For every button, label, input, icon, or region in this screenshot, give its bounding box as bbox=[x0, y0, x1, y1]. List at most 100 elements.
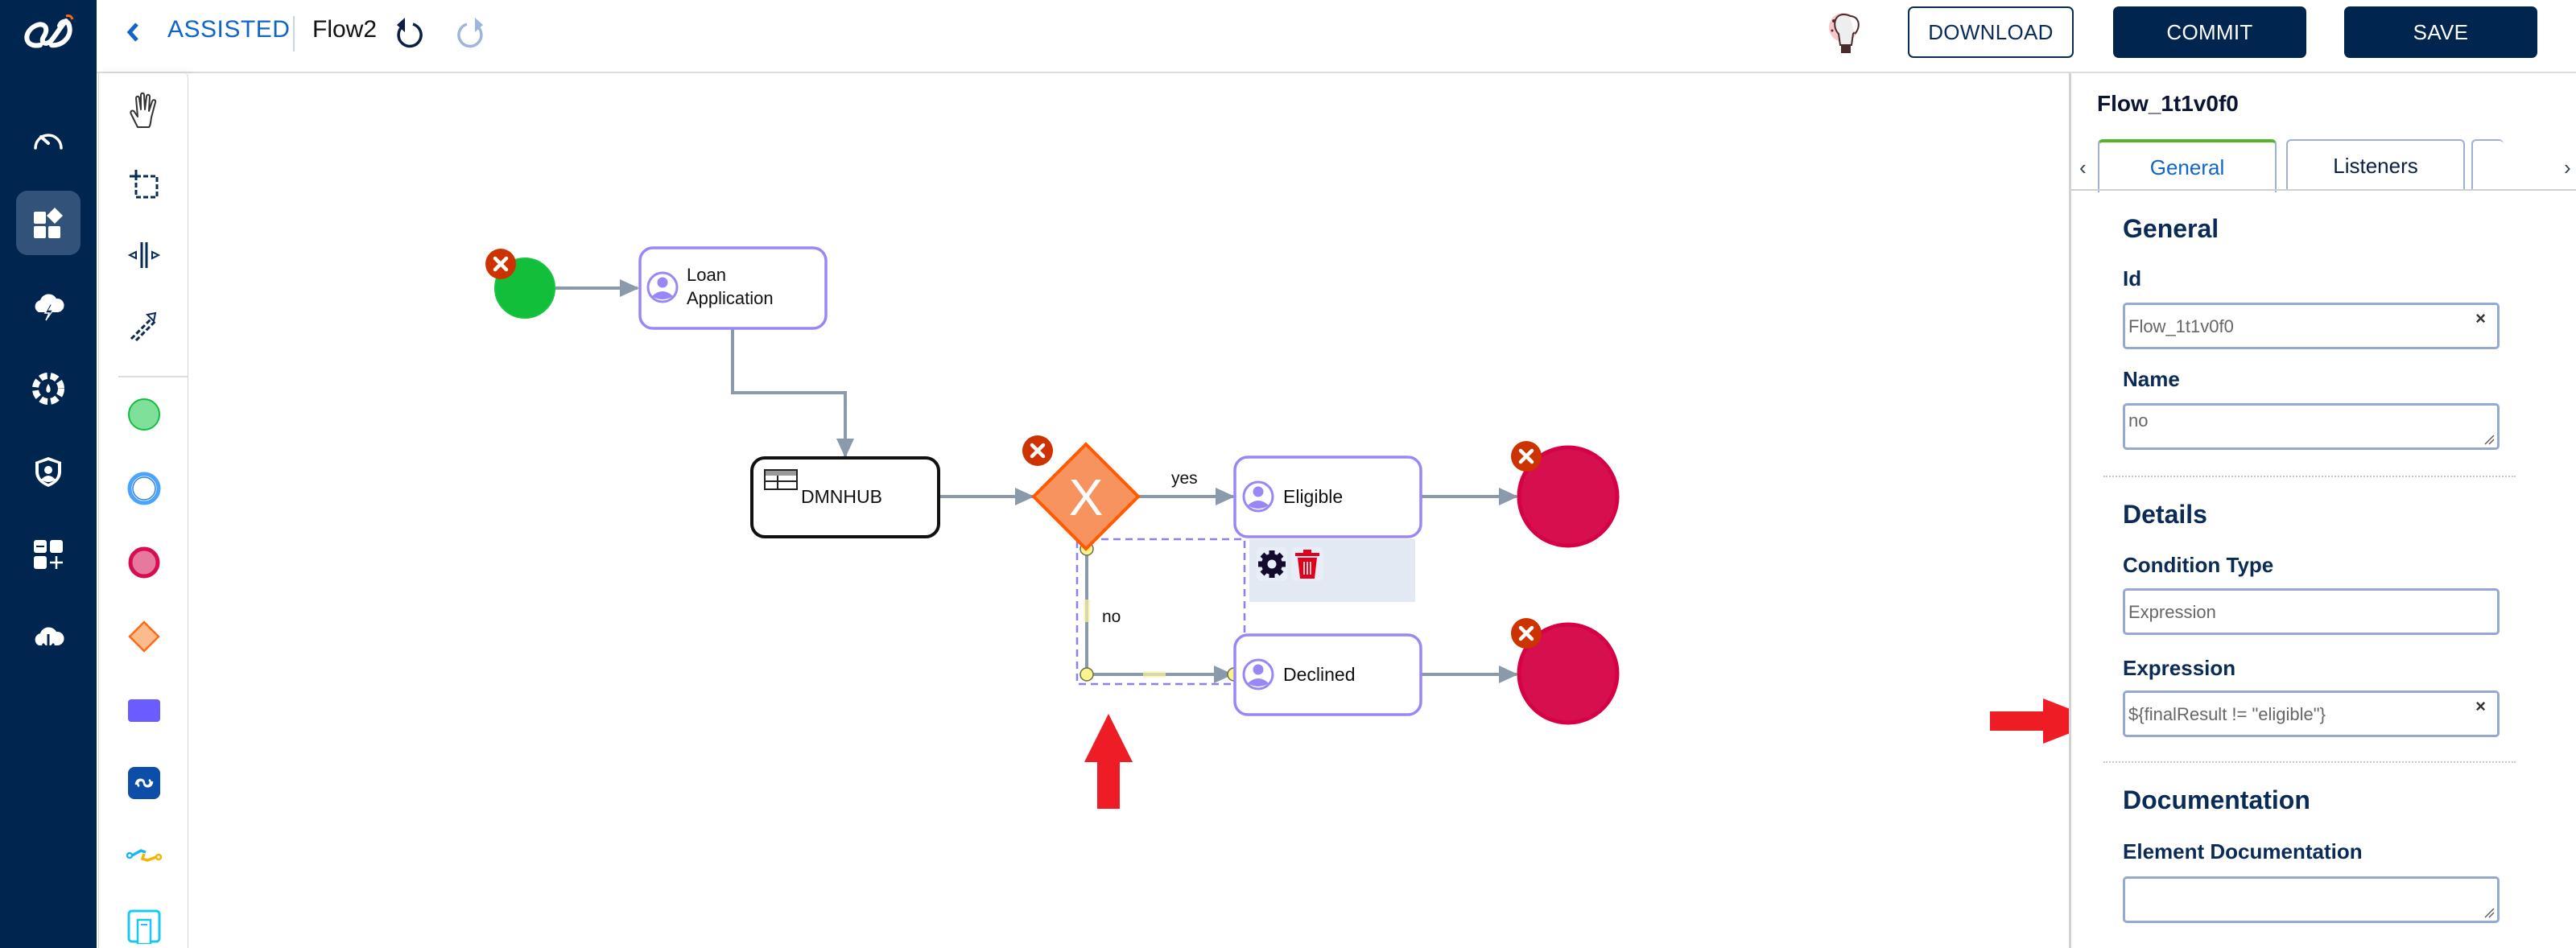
back-button[interactable] bbox=[121, 18, 145, 47]
create-connector[interactable] bbox=[120, 831, 168, 880]
save-button[interactable]: SAVE bbox=[2344, 6, 2537, 58]
data-object-icon bbox=[127, 909, 161, 944]
lasso-select-icon bbox=[130, 170, 159, 199]
name-value: no bbox=[2128, 410, 2149, 431]
task-declined[interactable]: Declined bbox=[1233, 633, 1422, 716]
end-event-icon bbox=[128, 546, 160, 579]
create-start-event[interactable] bbox=[120, 390, 168, 439]
task-icon bbox=[128, 699, 160, 722]
section-divider bbox=[2103, 761, 2516, 763]
lasso-tool[interactable] bbox=[120, 160, 168, 208]
space-tool[interactable] bbox=[120, 231, 168, 279]
tabs-scroll-left[interactable]: ‹ bbox=[2079, 155, 2087, 180]
hand-tool[interactable] bbox=[120, 86, 168, 134]
settings-button[interactable] bbox=[1257, 547, 1287, 581]
redo-button[interactable] bbox=[452, 14, 489, 53]
element-documentation-textarea[interactable] bbox=[2123, 876, 2500, 923]
section-details-heading: Details bbox=[2123, 500, 2207, 529]
lightbulb-brain-icon bbox=[1829, 13, 1860, 53]
id-value: Flow_1t1v0f0 bbox=[2128, 316, 2234, 336]
hand-icon bbox=[130, 92, 157, 128]
annotation-arrow-up-icon bbox=[1084, 714, 1133, 809]
ai-assist-bulb-button[interactable] bbox=[1824, 6, 1872, 58]
task-dmnhub[interactable]: DMNHUB bbox=[750, 456, 940, 538]
bpmn-diagram: yes no Loan Application DMNHUB X Eligibl… bbox=[485, 246, 1620, 725]
palette-divider bbox=[118, 376, 192, 377]
end-event-eligible[interactable] bbox=[1511, 441, 1620, 548]
connector-icon bbox=[126, 849, 162, 862]
flow-title: Flow2 bbox=[312, 16, 378, 43]
gateway-icon bbox=[128, 620, 160, 653]
redo-icon bbox=[457, 18, 483, 48]
create-subprocess[interactable] bbox=[120, 759, 168, 807]
context-pad bbox=[1249, 539, 1415, 602]
task-label-line2: Application bbox=[687, 288, 774, 308]
gateway-x-marker: X bbox=[1069, 468, 1104, 526]
tab-listeners[interactable]: Listeners bbox=[2286, 139, 2465, 191]
expression-label: Expression bbox=[2123, 656, 2236, 680]
properties-panel: Flow_1t1v0f0 ‹ General Listeners › Gener… bbox=[2069, 73, 2576, 948]
undo-button[interactable] bbox=[390, 14, 427, 53]
edge-loan-to-dmnhub[interactable] bbox=[731, 328, 854, 458]
condition-type-label: Condition Type bbox=[2123, 553, 2274, 577]
create-gateway[interactable] bbox=[120, 612, 168, 661]
tool-palette bbox=[98, 73, 192, 948]
waypoint-handle[interactable] bbox=[1080, 667, 1094, 682]
exclusive-gateway[interactable]: X bbox=[1022, 435, 1141, 551]
start-event[interactable] bbox=[485, 249, 555, 319]
name-textarea[interactable]: no bbox=[2123, 403, 2500, 450]
id-label: Id bbox=[2123, 266, 2142, 291]
nav-security[interactable] bbox=[16, 439, 80, 504]
element-documentation-label: Element Documentation bbox=[2123, 839, 2363, 864]
settings-wheel-icon bbox=[32, 373, 64, 405]
delete-button[interactable] bbox=[1291, 547, 1323, 581]
element-id-title: Flow_1t1v0f0 bbox=[2097, 91, 2239, 116]
create-end-event[interactable] bbox=[120, 538, 168, 587]
clear-id-button[interactable]: × bbox=[2475, 308, 2486, 329]
brand-logo[interactable] bbox=[16, 8, 80, 56]
user-task-icon bbox=[646, 271, 679, 303]
expression-value: ${finalResult != "eligible"} bbox=[2128, 704, 2326, 724]
connect-tool[interactable] bbox=[120, 302, 168, 350]
start-event-icon bbox=[128, 398, 160, 431]
task-label: DMNHUB bbox=[801, 486, 882, 507]
diagram-canvas[interactable]: yes no Loan Application DMNHUB X Eligibl… bbox=[188, 73, 2069, 948]
resize-grip-icon[interactable] bbox=[2483, 907, 2495, 918]
end-event-declined[interactable] bbox=[1511, 618, 1620, 725]
task-loan-application[interactable]: Loan Application bbox=[638, 246, 828, 330]
nav-integrations[interactable] bbox=[16, 274, 80, 338]
download-button[interactable]: DOWNLOAD bbox=[1908, 6, 2074, 58]
create-intermediate-event[interactable] bbox=[120, 464, 168, 513]
tabs-scroll-right[interactable]: › bbox=[2564, 155, 2571, 180]
nav-deploy[interactable] bbox=[16, 605, 80, 670]
edge-no-label: no bbox=[1102, 608, 1121, 626]
top-bar: ASSISTED Flow2 DOWNLOAD COMMIT SAVE bbox=[97, 0, 2576, 73]
condition-type-value: Expression bbox=[2128, 602, 2216, 622]
nav-add-widget[interactable] bbox=[16, 522, 80, 587]
gear-icon bbox=[1258, 550, 1286, 578]
task-eligible[interactable]: Eligible bbox=[1233, 455, 1422, 538]
expression-field[interactable]: ${finalResult != "eligible"} × bbox=[2123, 690, 2500, 737]
create-data-object[interactable] bbox=[120, 902, 168, 948]
decision-table-icon bbox=[764, 469, 798, 490]
clear-expression-button[interactable]: × bbox=[2475, 696, 2486, 717]
section-general-heading: General bbox=[2123, 214, 2219, 243]
resize-grip-icon[interactable] bbox=[2483, 434, 2495, 445]
nav-apps[interactable] bbox=[16, 191, 80, 255]
tab-overflow[interactable] bbox=[2471, 139, 2504, 191]
dashboard-gauge-icon bbox=[34, 134, 63, 150]
nav-settings[interactable] bbox=[16, 357, 80, 421]
user-task-icon bbox=[1242, 658, 1274, 690]
apps-shapes-icon bbox=[34, 208, 63, 238]
breadcrumb-assisted[interactable]: ASSISTED bbox=[167, 16, 290, 43]
create-task[interactable] bbox=[120, 686, 168, 735]
tab-general[interactable]: General bbox=[2098, 139, 2277, 192]
id-field[interactable]: Flow_1t1v0f0 × bbox=[2123, 303, 2500, 349]
condition-type-select[interactable]: Expression bbox=[2123, 588, 2500, 635]
commit-button[interactable]: COMMIT bbox=[2113, 6, 2306, 58]
task-label-line1: Loan bbox=[687, 265, 726, 285]
chevron-left-icon bbox=[126, 23, 138, 42]
nav-dashboard[interactable] bbox=[16, 108, 80, 172]
cloud-bolt-icon bbox=[35, 294, 64, 321]
breadcrumb-divider bbox=[293, 16, 295, 52]
